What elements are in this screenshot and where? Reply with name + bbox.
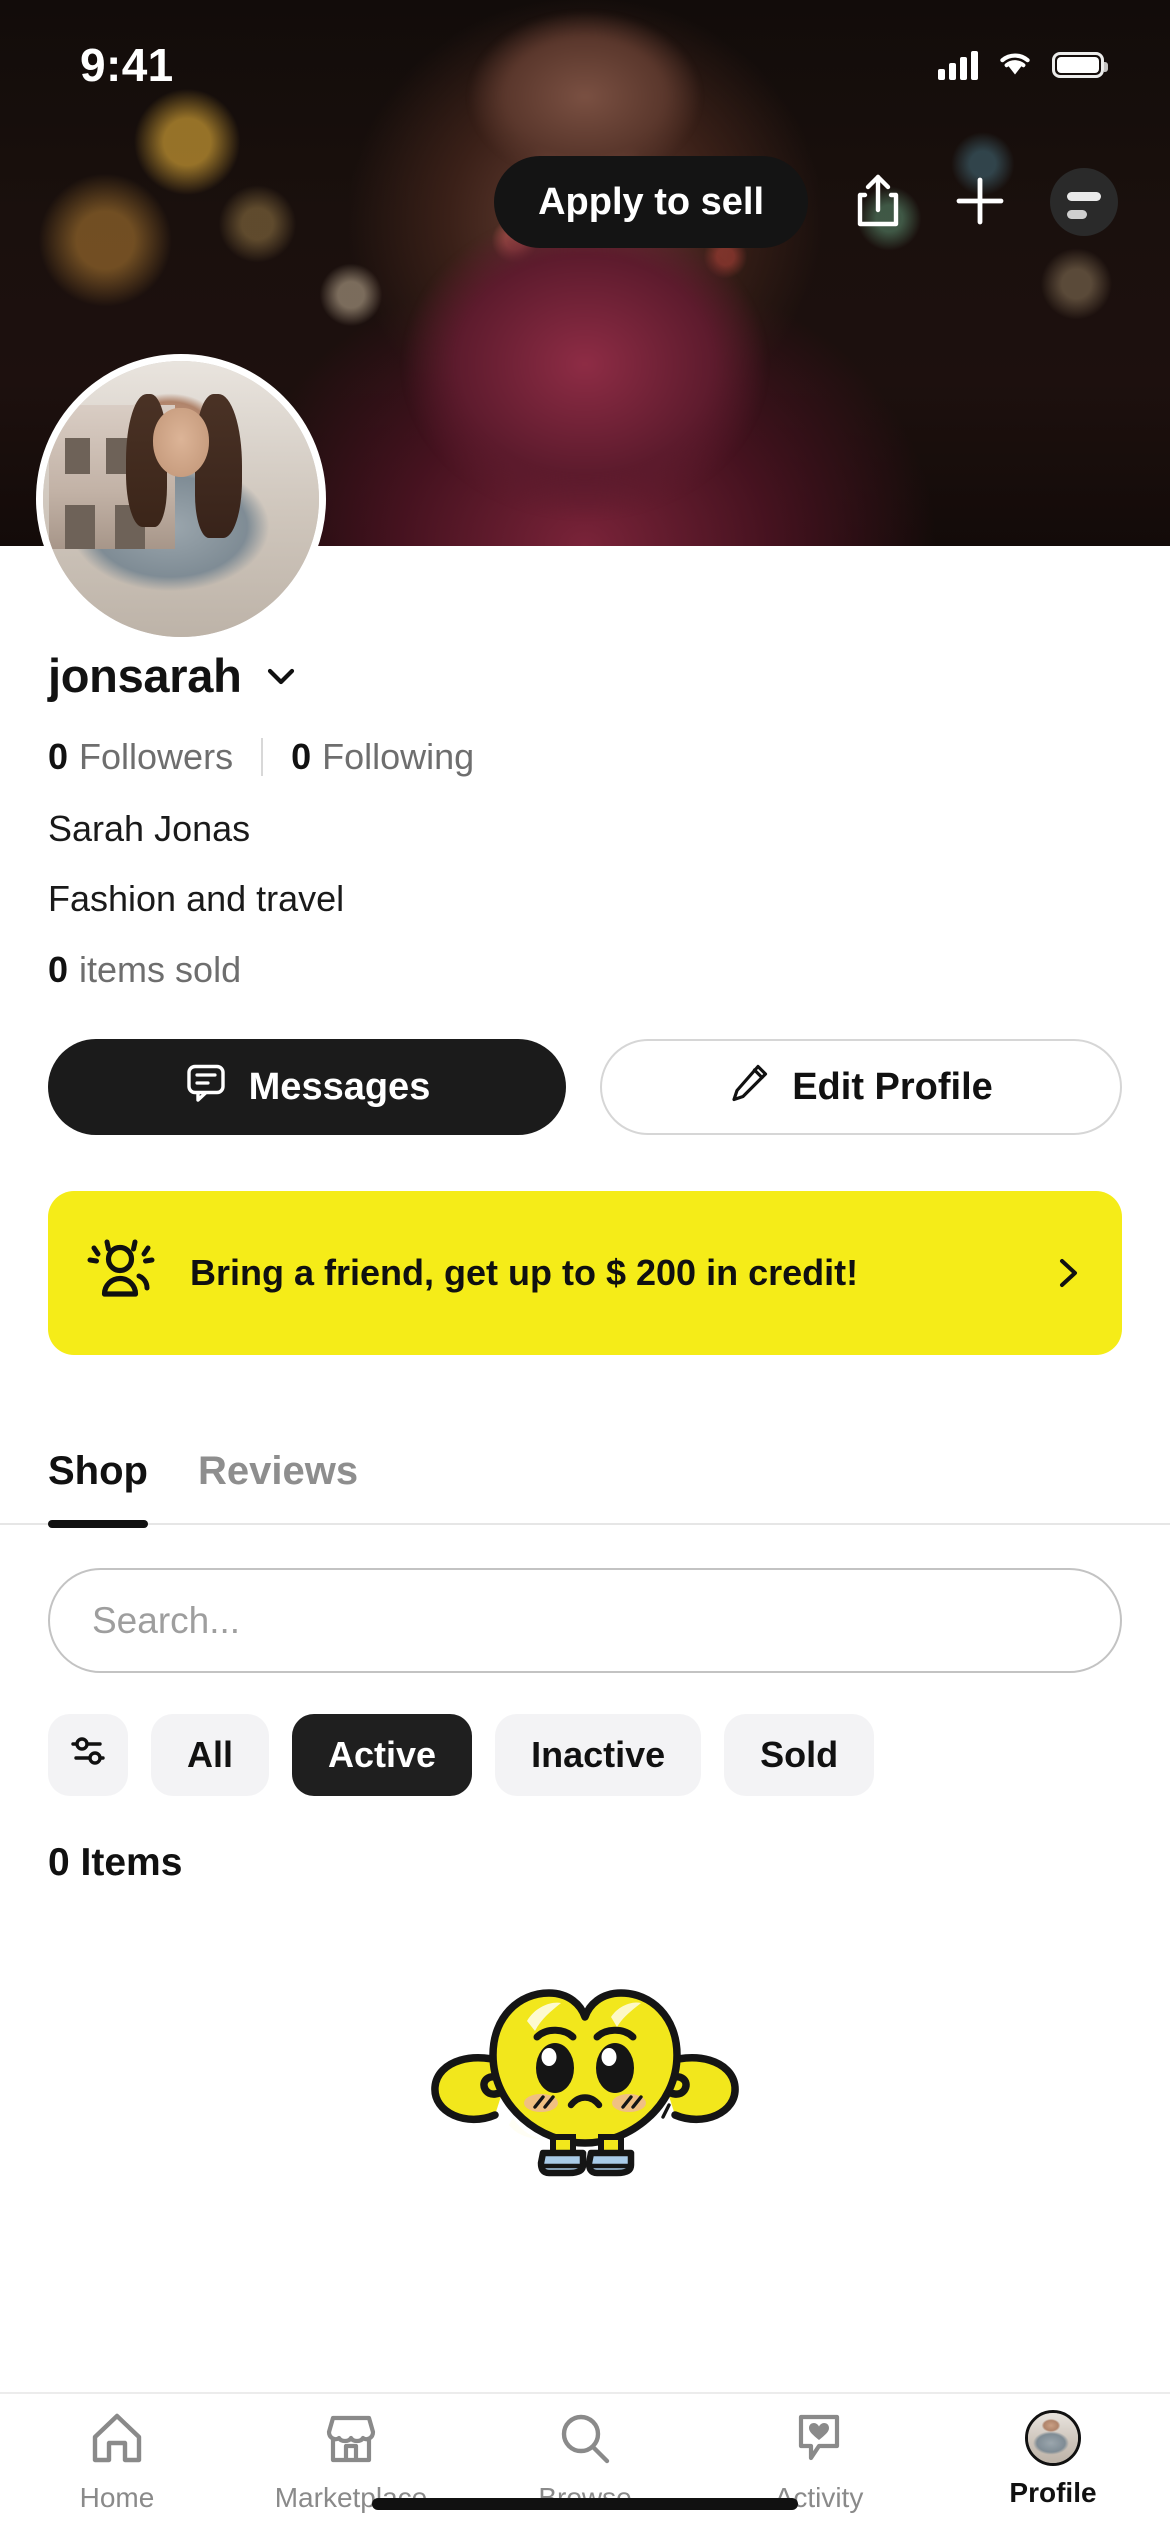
empty-state <box>0 1885 1170 2182</box>
messages-button[interactable]: Messages <box>48 1039 566 1135</box>
following-label: Following <box>322 736 475 777</box>
avatar-face <box>153 407 209 477</box>
filter-settings-button[interactable] <box>48 1714 128 1796</box>
referral-banner[interactable]: Bring a friend, get up to $ 200 in credi… <box>48 1191 1122 1355</box>
profile-bio: Fashion and travel <box>48 878 345 919</box>
status-bar: 9:41 <box>0 0 1170 100</box>
search-magnifier-icon <box>555 2410 615 2471</box>
pencil-icon <box>729 1061 771 1113</box>
following-stat[interactable]: 0 Following <box>291 736 474 778</box>
following-count: 0 <box>291 736 312 777</box>
search-section <box>0 1528 1170 1673</box>
stats-divider <box>261 738 264 776</box>
filter-chip-inactive[interactable]: Inactive <box>495 1714 702 1796</box>
chevron-right-icon <box>1050 1256 1084 1290</box>
avatar-hair-right <box>194 394 242 538</box>
home-indicator <box>372 2498 798 2510</box>
bottom-navigation: Home Marketplace Browse Activity <box>0 2392 1170 2532</box>
followers-stat[interactable]: 0 Followers <box>48 736 233 778</box>
followers-label: Followers <box>79 736 234 777</box>
apply-to-sell-button[interactable]: Apply to sell <box>494 156 808 248</box>
edit-profile-label: Edit Profile <box>792 1065 993 1108</box>
home-icon <box>87 2410 147 2471</box>
sliders-filter-icon <box>66 1729 110 1782</box>
status-icons <box>938 49 1108 82</box>
page-title: jonsarah <box>48 649 242 702</box>
messages-label: Messages <box>248 1065 431 1108</box>
items-count-label: 0 Items <box>48 1841 183 1884</box>
status-time: 9:41 <box>80 39 174 91</box>
nav-item-profile[interactable]: Profile <box>936 2410 1170 2509</box>
profile-section: jonsarah 0 Followers 0 Following Sarah J… <box>0 546 1170 2182</box>
tab-shop[interactable]: Shop <box>48 1449 148 1528</box>
yellow-heart-mascot-icon <box>415 1937 755 2182</box>
tabs-underline-rule <box>0 1523 1170 1525</box>
filter-chip-sold[interactable]: Sold <box>724 1714 875 1796</box>
search-input[interactable] <box>48 1568 1122 1673</box>
full-name: Sarah Jonas <box>48 808 251 849</box>
cellular-signal-icon <box>938 50 978 80</box>
filter-chip-active[interactable]: Active <box>292 1714 473 1796</box>
people-sparkle-icon <box>82 1232 160 1315</box>
stats-row: 0 Followers 0 Following <box>0 703 1170 778</box>
items-sold-row: 0 items sold <box>0 920 1170 991</box>
edit-profile-button[interactable]: Edit Profile <box>600 1039 1122 1135</box>
battery-icon <box>1052 52 1108 78</box>
profile-avatar[interactable] <box>36 354 326 644</box>
heart-bubble-icon <box>789 2410 849 2471</box>
items-sold-label: items sold <box>79 949 242 990</box>
share-button[interactable] <box>846 170 910 234</box>
profile-actions: Messages Edit Profile <box>0 991 1170 1135</box>
chevron-down-icon[interactable] <box>264 659 298 693</box>
followers-count: 0 <box>48 736 69 777</box>
nav-label-home: Home <box>79 2482 155 2513</box>
add-button[interactable] <box>948 170 1012 234</box>
filter-chips-row: All Active Inactive Sold <box>0 1673 1170 1796</box>
nav-label-profile: Profile <box>1009 2477 1097 2508</box>
items-sold-count: 0 <box>48 949 69 990</box>
avatar-window <box>65 438 90 475</box>
plus-icon <box>952 173 1008 232</box>
header-actions: Apply to sell <box>0 156 1170 248</box>
profile-avatar-icon <box>1025 2410 1081 2466</box>
tab-reviews[interactable]: Reviews <box>198 1449 358 1528</box>
account-menu-icon[interactable] <box>1050 168 1118 236</box>
storefront-icon <box>321 2410 381 2471</box>
message-bubble-icon <box>184 1060 228 1114</box>
wifi-icon <box>996 49 1034 82</box>
share-icon <box>852 172 904 233</box>
profile-avatar-image <box>43 361 319 637</box>
avatar-window <box>65 504 96 549</box>
profile-tabs: Shop Reviews <box>0 1355 1170 1528</box>
filter-chip-all[interactable]: All <box>151 1714 270 1796</box>
nav-avatar-image <box>1028 2413 1078 2463</box>
nav-item-home[interactable]: Home <box>0 2410 234 2514</box>
referral-text: Bring a friend, get up to $ 200 in credi… <box>190 1251 859 1293</box>
